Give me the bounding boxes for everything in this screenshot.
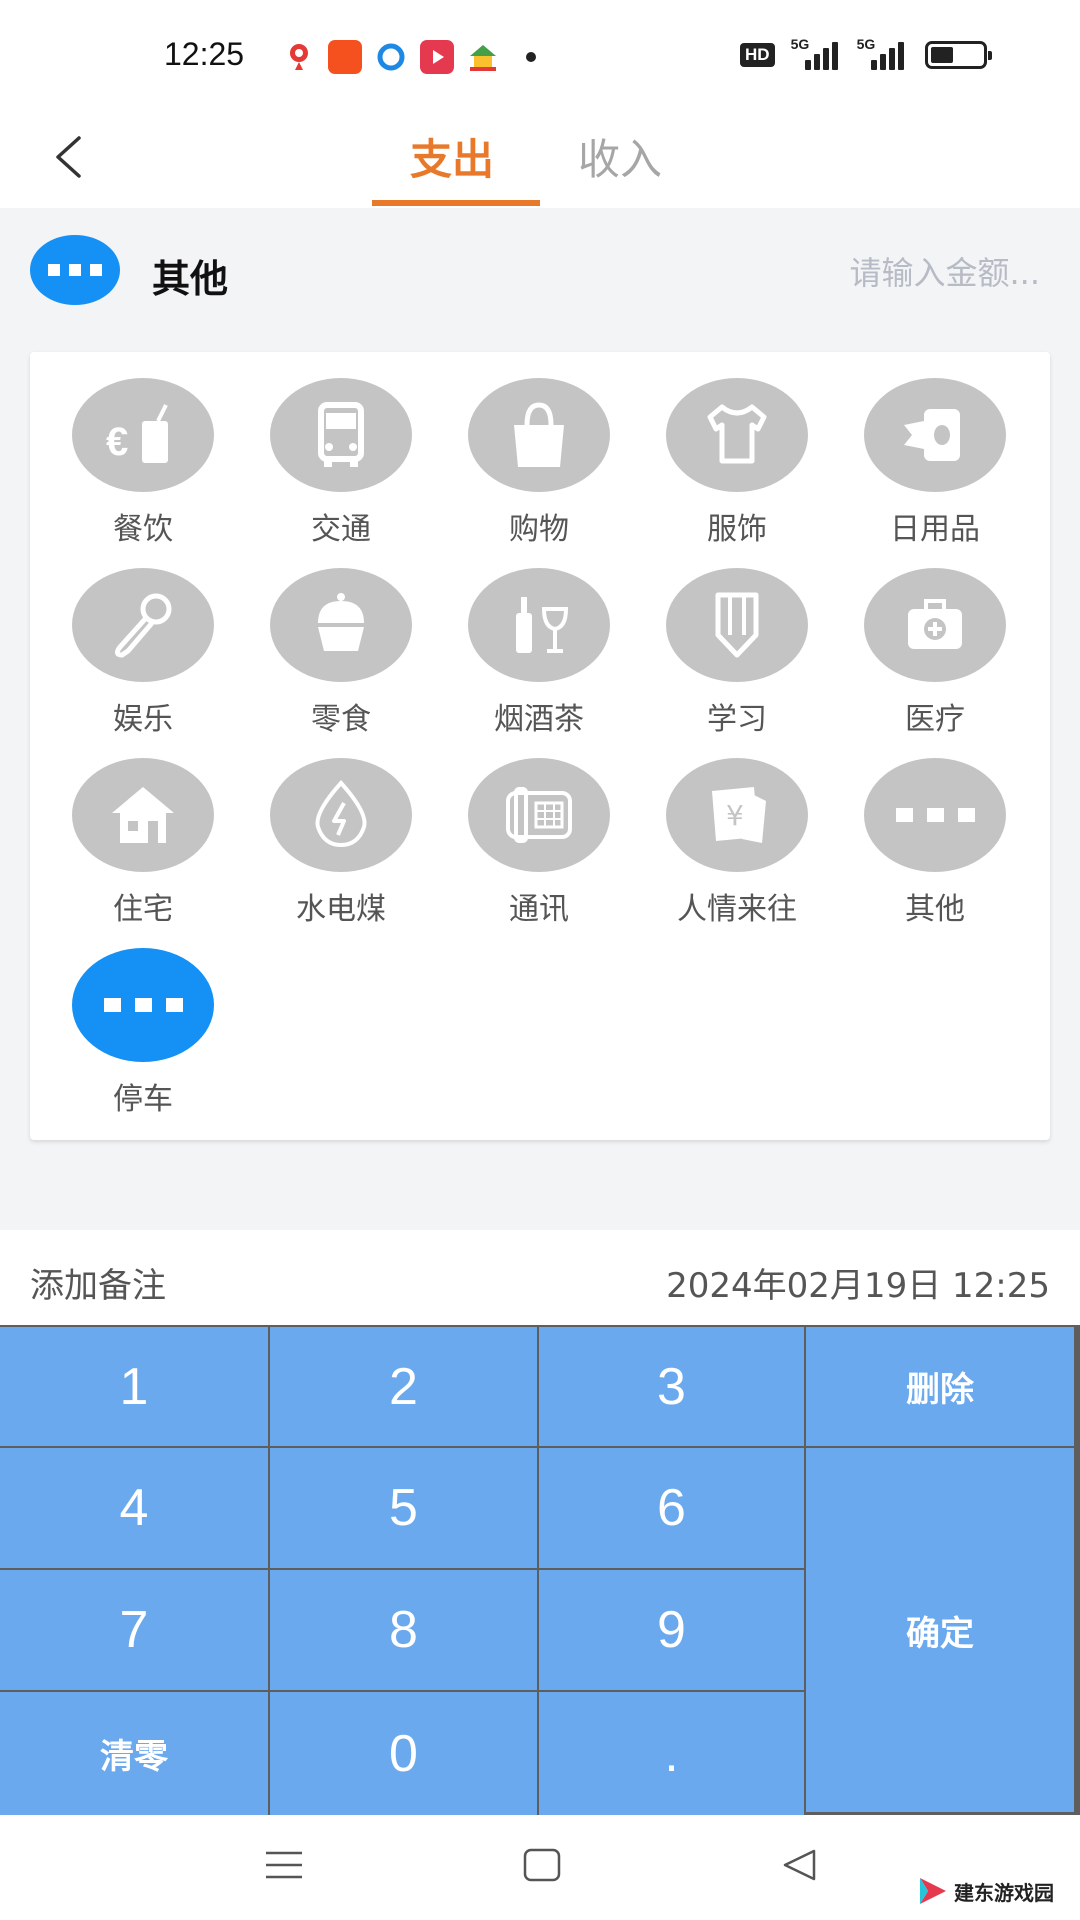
category-entertainment[interactable]: 娱乐	[32, 542, 230, 737]
key-7[interactable]: 7	[0, 1570, 268, 1690]
category-housing[interactable]: 住宅	[32, 732, 230, 927]
battery-icon	[924, 41, 992, 69]
red-envelope-icon: ¥	[666, 758, 808, 872]
category-transport[interactable]: 交通	[230, 352, 428, 547]
medical-kit-icon	[864, 568, 1006, 682]
header: 支出 收入	[0, 110, 1080, 208]
category-utilities[interactable]: 水电煤	[230, 732, 428, 927]
confirm-button[interactable]: 确定	[806, 1448, 1074, 1812]
watermark-text: 建东游戏园	[954, 1880, 1054, 1905]
tshirt-icon	[666, 378, 808, 492]
microphone-icon	[72, 568, 214, 682]
note-row: 添加备注 2024年02月19日 12:25	[0, 1230, 1080, 1325]
key-2[interactable]: 2	[270, 1327, 537, 1446]
more-dots-icon	[30, 235, 120, 305]
category-snacks[interactable]: 零食	[230, 542, 428, 737]
status-time: 12:25	[164, 36, 245, 72]
browser-app-icon	[374, 40, 408, 74]
category-grid: € 餐饮 交通 购物 服饰 日用品 娱乐 零食 烟酒茶 学习 医疗 住宅 水电煤…	[30, 352, 1050, 1140]
cupcake-icon	[270, 568, 412, 682]
key-0[interactable]: 0	[270, 1692, 537, 1815]
video-app-icon	[420, 40, 454, 74]
food-drink-icon: €	[72, 378, 214, 492]
key-9[interactable]: 9	[539, 1570, 804, 1690]
delete-button[interactable]: 删除	[806, 1327, 1074, 1446]
date-picker[interactable]: 2024年02月19日 12:25	[666, 1258, 1050, 1307]
signal-tag: 5G	[790, 36, 810, 52]
more-dots-icon	[864, 758, 1006, 872]
watermark-logo-icon	[920, 1878, 946, 1904]
amount-input[interactable]	[740, 248, 1040, 298]
menu-icon[interactable]	[264, 1845, 304, 1885]
pencil-icon	[666, 568, 808, 682]
home-icon[interactable]	[522, 1845, 562, 1885]
clear-button[interactable]: 清零	[0, 1692, 268, 1815]
key-4[interactable]: 4	[0, 1448, 268, 1568]
category-label: 其他	[905, 892, 965, 927]
category-shopping[interactable]: 购物	[428, 352, 626, 547]
more-dots-icon	[72, 948, 214, 1062]
category-tobacco-alcohol-tea[interactable]: 烟酒茶	[428, 542, 626, 737]
category-clothing[interactable]: 服饰	[626, 352, 824, 547]
tab-income[interactable]: 收入	[578, 126, 662, 187]
category-label: 停车	[113, 1082, 173, 1117]
hd-badge: HD	[740, 43, 775, 67]
tab-expense[interactable]: 支出	[410, 126, 494, 187]
tab-active-indicator	[372, 200, 540, 206]
status-app-icons	[282, 40, 536, 74]
category-communication[interactable]: 通讯	[428, 732, 626, 927]
key-5[interactable]: 5	[270, 1448, 537, 1568]
category-medical[interactable]: 医疗	[824, 542, 1022, 737]
svg-text:¥: ¥	[726, 799, 744, 832]
category-study[interactable]: 学习	[626, 542, 824, 737]
status-indicators: HD 5G 5G	[740, 36, 992, 70]
water-energy-icon	[270, 758, 412, 872]
signal-5g-icon: 5G	[791, 36, 841, 70]
home-app-icon	[466, 40, 500, 74]
key-8[interactable]: 8	[270, 1570, 537, 1690]
tissue-roll-icon	[864, 378, 1006, 492]
key-dot[interactable]: .	[539, 1692, 804, 1815]
category-daily[interactable]: 日用品	[824, 352, 1022, 547]
category-parking[interactable]: 停车	[32, 922, 230, 1117]
key-3[interactable]: 3	[539, 1327, 804, 1446]
category-gifts[interactable]: ¥ 人情来往	[626, 732, 824, 927]
listen-app-icon	[328, 40, 362, 74]
map-pin-app-icon	[282, 40, 316, 74]
shopping-bag-icon	[468, 378, 610, 492]
category-food[interactable]: € 餐饮	[32, 352, 230, 547]
phone-icon	[468, 758, 610, 872]
notification-dot-icon	[526, 52, 536, 62]
category-label: 水电煤	[296, 892, 386, 927]
back-arrow-icon[interactable]	[46, 132, 96, 182]
category-other[interactable]: 其他	[824, 732, 1022, 927]
key-6[interactable]: 6	[539, 1448, 804, 1568]
signal-5g-icon: 5G	[857, 36, 907, 70]
bus-icon	[270, 378, 412, 492]
key-1[interactable]: 1	[0, 1327, 268, 1446]
category-label: 人情来往	[677, 892, 797, 927]
signal-tag: 5G	[856, 36, 876, 52]
add-note-button[interactable]: 添加备注	[30, 1258, 166, 1307]
selected-category-label: 其他	[152, 257, 229, 301]
number-keypad: 1 2 3 删除 4 5 6 7 8 9 确定 清零 0 .	[0, 1325, 1080, 1815]
wine-icon	[468, 568, 610, 682]
watermark: 建东游戏园	[916, 1874, 1054, 1908]
category-label: 通讯	[509, 892, 569, 927]
svg-text:€: €	[106, 420, 128, 464]
house-icon	[72, 758, 214, 872]
back-triangle-icon[interactable]	[780, 1845, 820, 1885]
status-bar: 12:25 HD 5G 5G	[0, 0, 1080, 110]
amount-row: 其他	[0, 208, 1080, 338]
